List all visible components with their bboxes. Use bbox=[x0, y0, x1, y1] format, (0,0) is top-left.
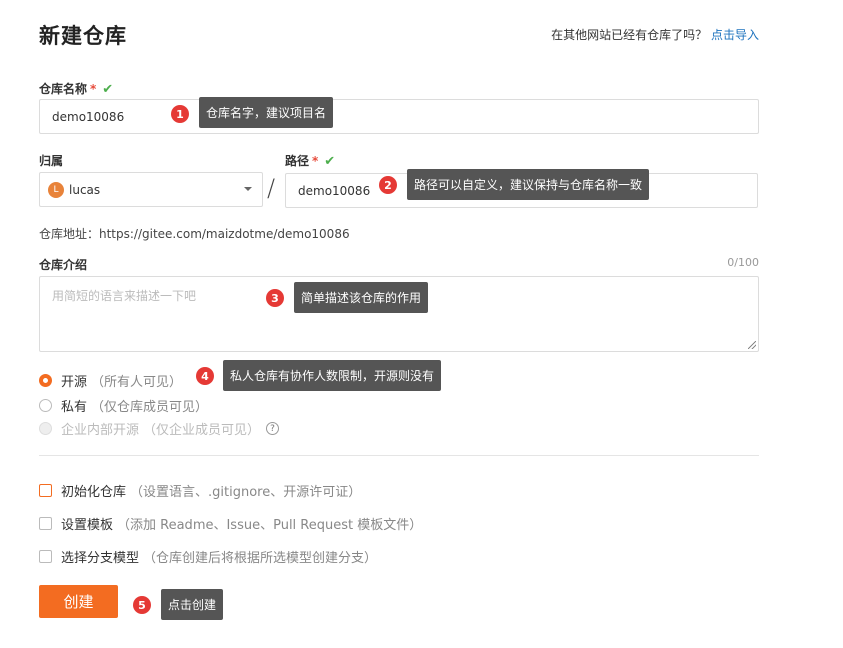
annotation-badge: 2 bbox=[379, 176, 397, 194]
import-link[interactable]: 点击导入 bbox=[711, 28, 759, 42]
repo-name-input[interactable]: demo10086 bbox=[39, 99, 759, 134]
checkbox[interactable] bbox=[39, 517, 52, 530]
checkbox[interactable] bbox=[39, 484, 52, 497]
description-label: 仓库介绍 bbox=[39, 258, 88, 272]
visibility-private[interactable]: 私有 （仅仓库成员可见） bbox=[39, 396, 208, 415]
option-init-repo[interactable]: 初始化仓库 （设置语言、.gitignore、开源许可证） bbox=[39, 481, 361, 500]
radio-button bbox=[39, 422, 52, 435]
description-counter: 0/100 bbox=[727, 256, 759, 269]
radio-button[interactable] bbox=[39, 399, 52, 412]
path-label: 路径 * ✔ bbox=[285, 154, 336, 169]
avatar: L bbox=[48, 181, 64, 198]
annotation-tooltip: 简单描述该仓库的作用 bbox=[294, 282, 429, 313]
required-mark: * bbox=[90, 82, 97, 96]
visibility-enterprise: 企业内部开源 （仅企业成员可见） ? bbox=[39, 419, 280, 438]
question-circle-icon[interactable]: ? bbox=[266, 422, 280, 435]
option-branch-model[interactable]: 选择分支模型 （仓库创建后将根据所选模型创建分支） bbox=[39, 547, 377, 566]
annotation-badge: 5 bbox=[133, 596, 151, 614]
required-mark: * bbox=[312, 154, 319, 168]
annotation-tooltip: 点击创建 bbox=[161, 589, 224, 620]
import-prompt: 在其他网站已经有仓库了吗？ bbox=[551, 28, 708, 42]
visibility-public[interactable]: 开源 （所有人可见） bbox=[39, 371, 182, 390]
radio-button[interactable] bbox=[39, 374, 52, 387]
checkbox[interactable] bbox=[39, 550, 52, 563]
annotation-tooltip: 仓库名字，建议项目名 bbox=[199, 97, 334, 128]
resize-handle[interactable] bbox=[748, 341, 756, 349]
repo-name-label: 仓库名称 * ✔ bbox=[39, 82, 114, 97]
path-separator: / bbox=[267, 174, 276, 202]
annotation-tooltip: 路径可以自定义，建议保持与仓库名称一致 bbox=[407, 169, 650, 200]
owner-value: lucas bbox=[69, 182, 101, 197]
owner-select[interactable]: L lucas bbox=[39, 172, 263, 207]
annotation-badge: 1 bbox=[171, 105, 189, 123]
option-template[interactable]: 设置模板 （添加 Readme、Issue、Pull Request 模板文件） bbox=[39, 514, 422, 533]
divider bbox=[39, 455, 759, 456]
check-icon: ✔ bbox=[324, 154, 336, 169]
chevron-down-icon bbox=[244, 187, 252, 191]
import-hint: 在其他网站已经有仓库了吗？ 点击导入 bbox=[551, 26, 759, 43]
owner-label: 归属 bbox=[39, 154, 64, 168]
create-button[interactable]: 创建 bbox=[39, 585, 118, 618]
annotation-badge: 4 bbox=[196, 367, 214, 385]
repo-address: 仓库地址：https://gitee.com/maizdotme/demo100… bbox=[39, 227, 350, 241]
page-title: 新建仓库 bbox=[39, 24, 127, 48]
description-placeholder: 用简短的语言来描述一下吧 bbox=[52, 289, 197, 303]
check-icon: ✔ bbox=[102, 82, 114, 97]
annotation-badge: 3 bbox=[266, 289, 284, 307]
annotation-tooltip: 私人仓库有协作人数限制，开源则没有 bbox=[223, 360, 442, 391]
